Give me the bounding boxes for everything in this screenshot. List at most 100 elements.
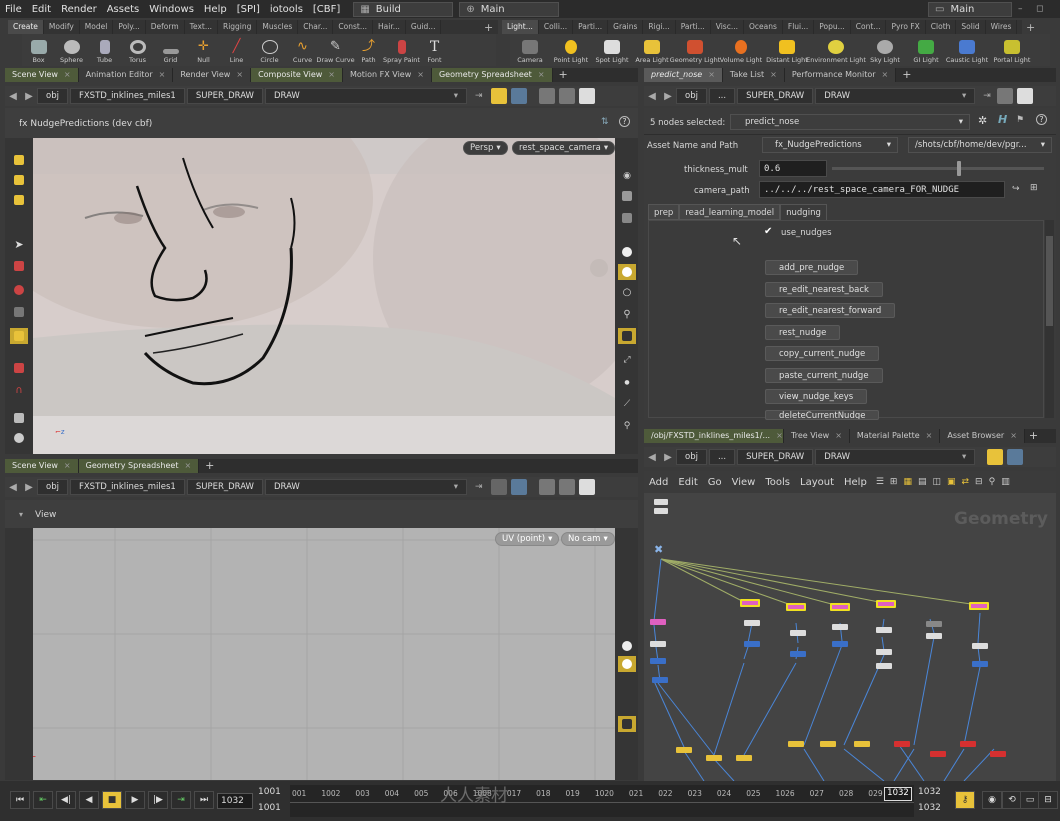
snap-icon[interactable] — [10, 360, 28, 376]
tab-tree-view[interactable]: Tree View × — [784, 429, 850, 443]
maximize-icon[interactable]: ◻ — [1036, 4, 1043, 14]
ghost-icon[interactable] — [618, 188, 636, 204]
shelf-tab-oceans[interactable]: Oceans — [744, 20, 783, 34]
network-node[interactable] — [930, 751, 946, 757]
tool-spot-light[interactable]: Spot Light — [592, 34, 632, 66]
pane-menu-icon[interactable]: ▾ — [19, 510, 23, 519]
global-anim-icon[interactable]: ⊟ — [1038, 791, 1058, 809]
close-icon[interactable]: × — [770, 70, 777, 79]
back-arrow-icon[interactable]: ◀ — [644, 91, 660, 102]
checkmark-icon[interactable]: ✔ — [764, 226, 772, 237]
maximize-pane-icon[interactable] — [578, 479, 595, 495]
display-flag-icon[interactable]: ⇅ — [601, 117, 609, 127]
shelf-tab-popu[interactable]: Popu... — [814, 20, 851, 34]
persp-dropdown[interactable]: Persp ▾ — [463, 141, 508, 155]
pose-icon[interactable] — [10, 304, 28, 320]
menu-assets[interactable]: Assets — [102, 4, 145, 15]
close-icon[interactable]: × — [236, 70, 243, 79]
tool-volume-light[interactable]: Volume Light — [718, 34, 764, 66]
menu-help[interactable]: Help — [199, 4, 232, 15]
add-pre-nudge-button[interactable]: add_pre_nudge — [765, 260, 859, 275]
tab-scene-view[interactable]: Scene View × — [5, 68, 79, 82]
network-node[interactable] — [960, 741, 976, 747]
tab-scene-view-2[interactable]: Scene View × — [5, 459, 79, 473]
minimize-icon[interactable]: – — [1018, 4, 1023, 14]
globe-icon[interactable] — [1007, 449, 1024, 465]
breadcrumb-super-draw[interactable]: SUPER_DRAW — [737, 449, 814, 465]
menu-cbf[interactable]: [CBF] — [308, 4, 345, 15]
bulb-outline-icon[interactable]: ○ — [618, 284, 636, 300]
network-node[interactable] — [654, 508, 668, 514]
network-node[interactable] — [972, 643, 988, 649]
close-icon[interactable]: × — [159, 70, 166, 79]
color-palette-icon[interactable]: ▦ — [903, 477, 912, 487]
layout-nodes-icon[interactable]: ⊟ — [975, 477, 983, 487]
shelf-tab-deform[interactable]: Deform — [146, 20, 185, 34]
start-frame-bottom[interactable]: 1001 — [258, 803, 290, 817]
shelf-tab-pyro[interactable]: Pyro FX — [886, 20, 926, 34]
network-node[interactable] — [790, 651, 806, 657]
close-icon[interactable]: × — [926, 431, 933, 440]
close-icon[interactable]: × — [417, 70, 424, 79]
shape-palette-icon[interactable]: ▤ — [918, 477, 927, 487]
help-icon[interactable]: ? — [1036, 114, 1047, 125]
globe-icon[interactable] — [510, 479, 527, 495]
tool-caustic-light[interactable]: Caustic Light — [944, 34, 990, 66]
close-icon[interactable]: × — [708, 70, 715, 79]
lock-icon[interactable]: ⚲ — [618, 306, 636, 322]
end-frame-top[interactable]: 1032 — [918, 787, 950, 801]
transform-icon[interactable] — [10, 172, 28, 188]
grid-view-icon[interactable]: ⊞ — [890, 477, 898, 487]
network-node-selected[interactable] — [969, 602, 989, 610]
tool-environment-light[interactable]: Environment Light — [806, 34, 866, 66]
network-menu-help[interactable]: Help — [839, 477, 872, 488]
pin-icon[interactable]: ⇥ — [475, 91, 483, 101]
tab-material-palette[interactable]: Material Palette × — [849, 429, 941, 443]
network-editor[interactable]: Geometry ✖ — [644, 493, 1056, 781]
paste-current-nudge-button[interactable]: paste_current_nudge — [765, 368, 883, 383]
list-view-icon[interactable]: ☰ — [876, 477, 884, 487]
globe-icon[interactable] — [510, 88, 527, 104]
menu-spi[interactable]: [SPI] — [232, 4, 265, 15]
sculpt-icon[interactable] — [10, 430, 28, 446]
network-node[interactable] — [652, 677, 668, 683]
help-icon[interactable]: ? — [619, 116, 630, 127]
uv-viewport[interactable]: UV (point) ▾ No cam ▾ ⌞ — [33, 528, 615, 780]
add-tab-icon[interactable]: + — [553, 68, 574, 82]
back-arrow-icon[interactable]: ◀ — [5, 482, 21, 493]
breadcrumb-ellipsis[interactable]: ... — [708, 88, 736, 104]
layout-icon[interactable] — [996, 88, 1013, 104]
thickness-slider[interactable] — [832, 161, 1044, 176]
handle-tool-icon[interactable] — [10, 328, 28, 344]
shelf-tab-colli[interactable]: Colli... — [539, 20, 574, 34]
network-node[interactable] — [832, 641, 848, 647]
tab-predict-nose[interactable]: predict_nose × — [644, 68, 723, 82]
tool-curve[interactable]: ∿ Curve — [286, 34, 319, 66]
shelf-tab-rigging[interactable]: Rigging — [218, 20, 258, 34]
nodes-selected-dropdown[interactable]: predict_nose ▾ — [730, 114, 970, 130]
shelf-tab-text[interactable]: Text... — [185, 20, 218, 34]
current-frame-field[interactable]: 1032 — [217, 793, 253, 809]
menu-windows[interactable]: Windows — [144, 4, 199, 15]
tab-network-path[interactable]: /obj/FXSTD_inklines_miles1/... × — [644, 429, 784, 443]
param-scrollbar[interactable] — [1045, 220, 1054, 418]
tool-line[interactable]: ╱ Line — [220, 34, 253, 66]
tool-torus[interactable]: Torus — [121, 34, 154, 66]
scrollbar-thumb[interactable] — [1046, 236, 1053, 326]
breadcrumb-obj[interactable]: obj — [37, 479, 68, 495]
delete-current-nudge-button[interactable]: deleteCurrentNudge — [765, 410, 880, 420]
forward-arrow-icon[interactable]: ▶ — [660, 91, 676, 102]
stop-icon[interactable]: ■ — [102, 791, 122, 809]
close-icon[interactable]: × — [776, 431, 783, 440]
close-icon[interactable]: × — [328, 70, 335, 79]
back-arrow-icon[interactable]: ◀ — [644, 452, 660, 463]
tab-geometry-spreadsheet-2[interactable]: Geometry Spreadsheet × — [78, 459, 200, 473]
gear-icon[interactable]: ✲ — [978, 114, 987, 127]
desktop-dropdown[interactable]: ▦ Build — [353, 1, 454, 17]
layout-icon[interactable] — [558, 479, 575, 495]
uv-dropdown[interactable]: UV (point) ▾ — [495, 532, 560, 546]
network-node[interactable] — [744, 620, 760, 626]
close-icon[interactable]: × — [538, 70, 545, 79]
close-icon[interactable]: × — [64, 70, 71, 79]
breadcrumb-obj[interactable]: obj — [676, 88, 707, 104]
